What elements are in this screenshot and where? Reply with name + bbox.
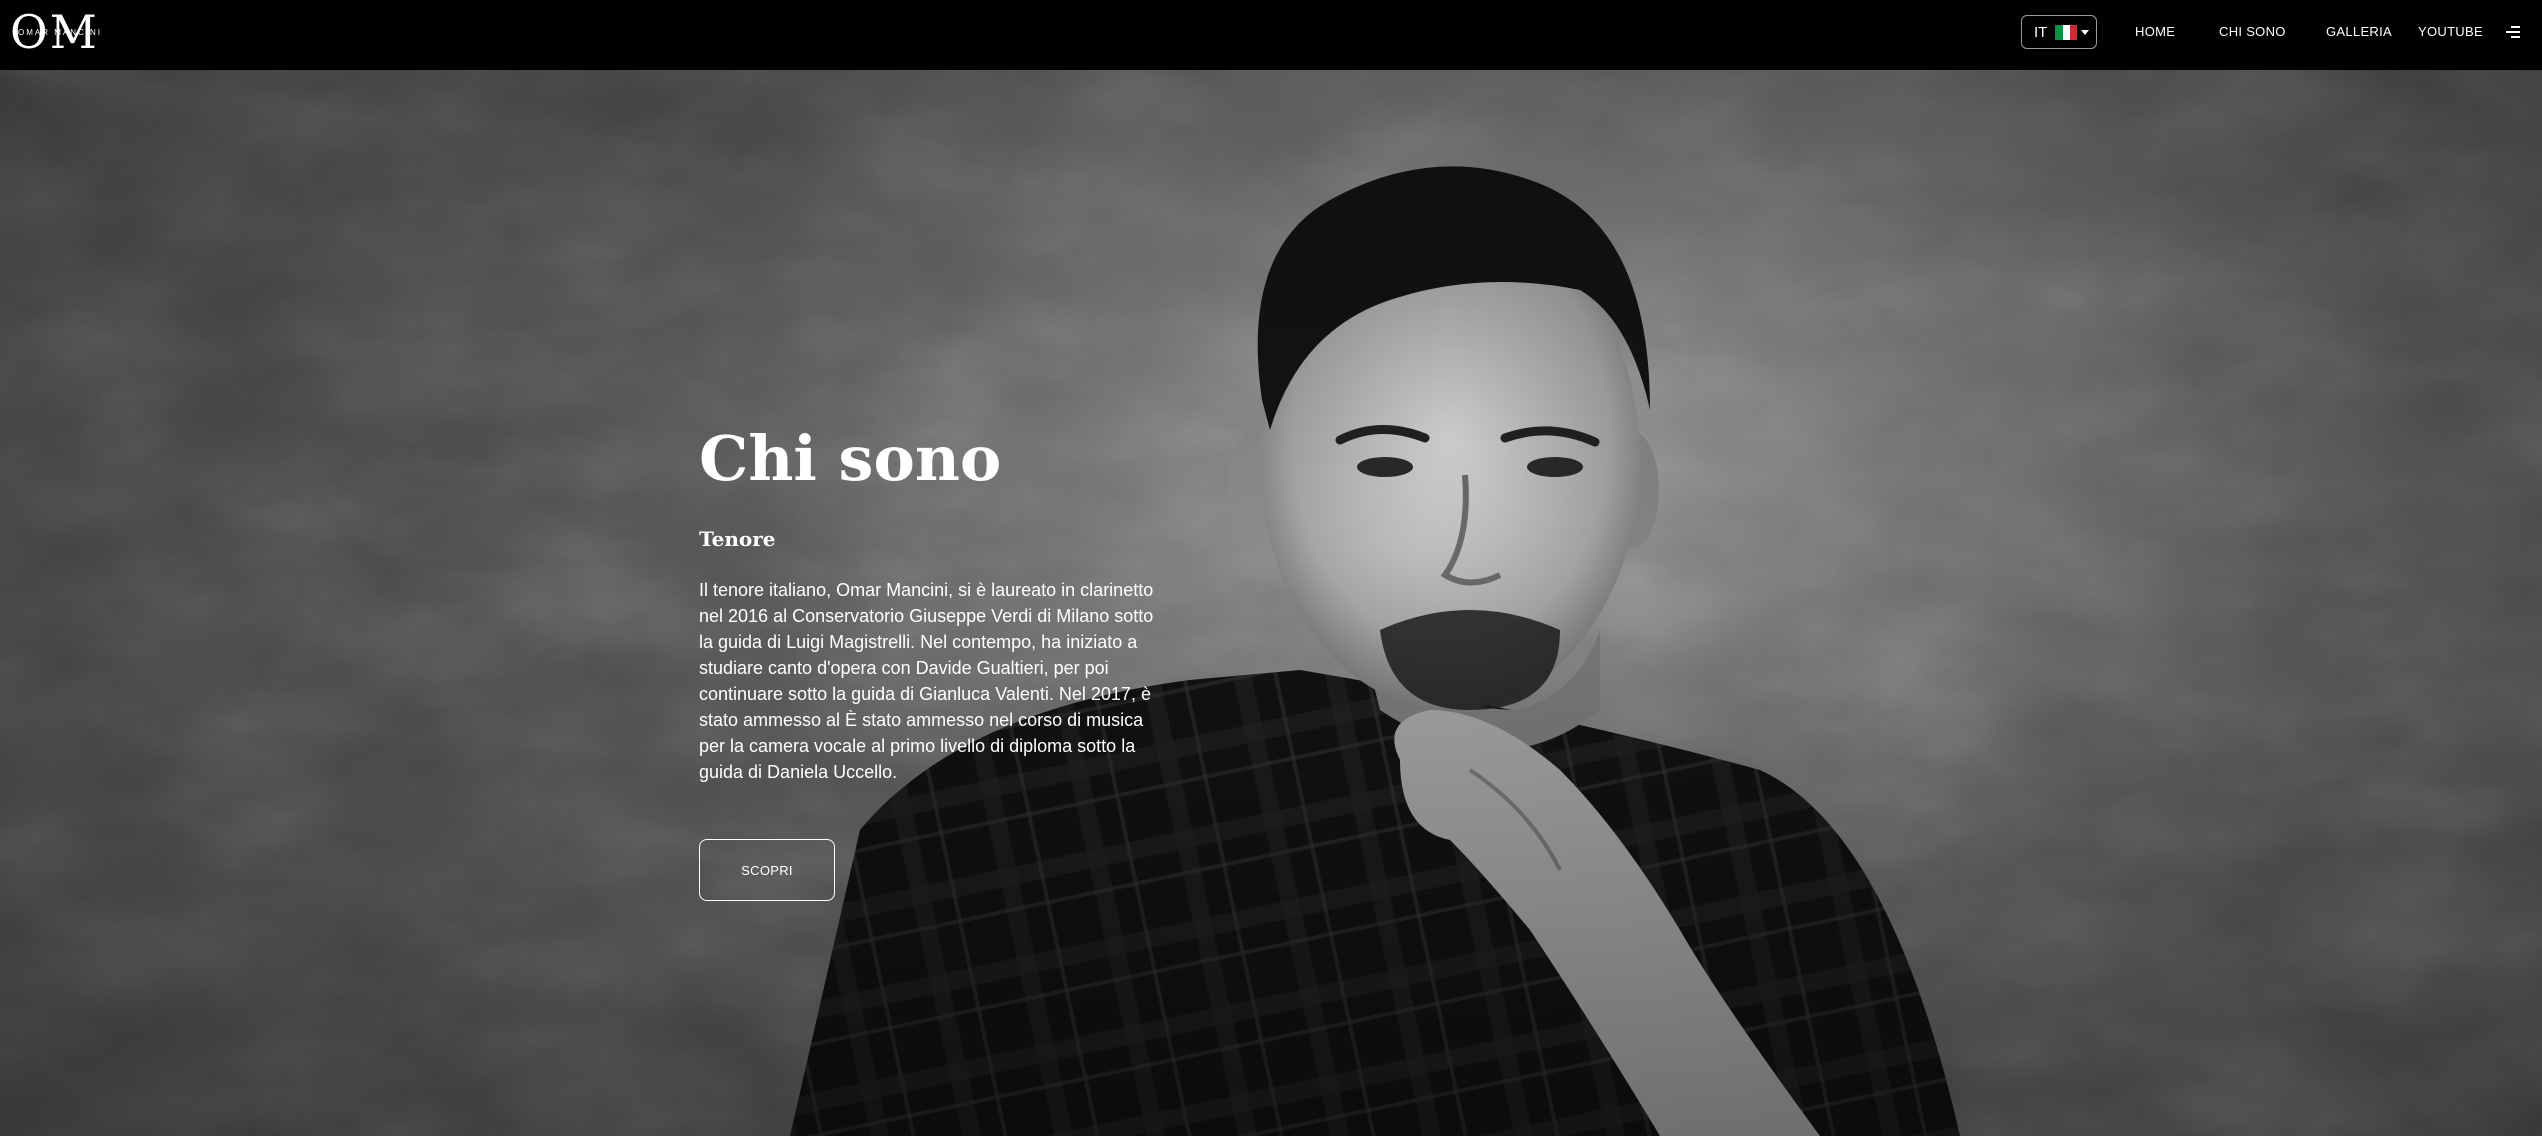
italy-flag-icon bbox=[2055, 24, 2078, 40]
navbar: OM OMAR MANCINI IT HOME CHI SONO GALLERI… bbox=[0, 0, 2542, 70]
nav-link-chi-sono[interactable]: CHI SONO bbox=[2219, 24, 2286, 39]
site-logo[interactable]: OM OMAR MANCINI bbox=[10, 6, 110, 58]
page: OM OMAR MANCINI IT HOME CHI SONO GALLERI… bbox=[0, 0, 2542, 1136]
language-selector[interactable]: IT bbox=[2021, 15, 2097, 49]
hero-subtitle: Tenore bbox=[699, 527, 776, 552]
scopri-button[interactable]: SCOPRI bbox=[699, 839, 835, 901]
main-nav: HOME CHI SONO GALLERIA YOUTUBE bbox=[2100, 0, 2500, 64]
backdrop-texture bbox=[0, 70, 2542, 1136]
hero-content: Chi sono Tenore Il tenore italiano, Omar… bbox=[699, 422, 1169, 785]
logo-subtitle: OMAR MANCINI bbox=[18, 28, 102, 37]
hero-title: Chi sono bbox=[699, 422, 1002, 495]
chevron-down-icon bbox=[2081, 29, 2090, 35]
hamburger-icon[interactable] bbox=[2506, 26, 2520, 38]
nav-link-galleria[interactable]: GALLERIA bbox=[2326, 24, 2392, 39]
language-code: IT bbox=[2034, 23, 2048, 41]
nav-link-home[interactable]: HOME bbox=[2135, 24, 2175, 39]
nav-link-youtube[interactable]: YOUTUBE bbox=[2418, 24, 2483, 39]
hero-body-text: Il tenore italiano, Omar Mancini, si è l… bbox=[699, 580, 1154, 783]
hero-section: Chi sono Tenore Il tenore italiano, Omar… bbox=[0, 70, 2542, 1136]
